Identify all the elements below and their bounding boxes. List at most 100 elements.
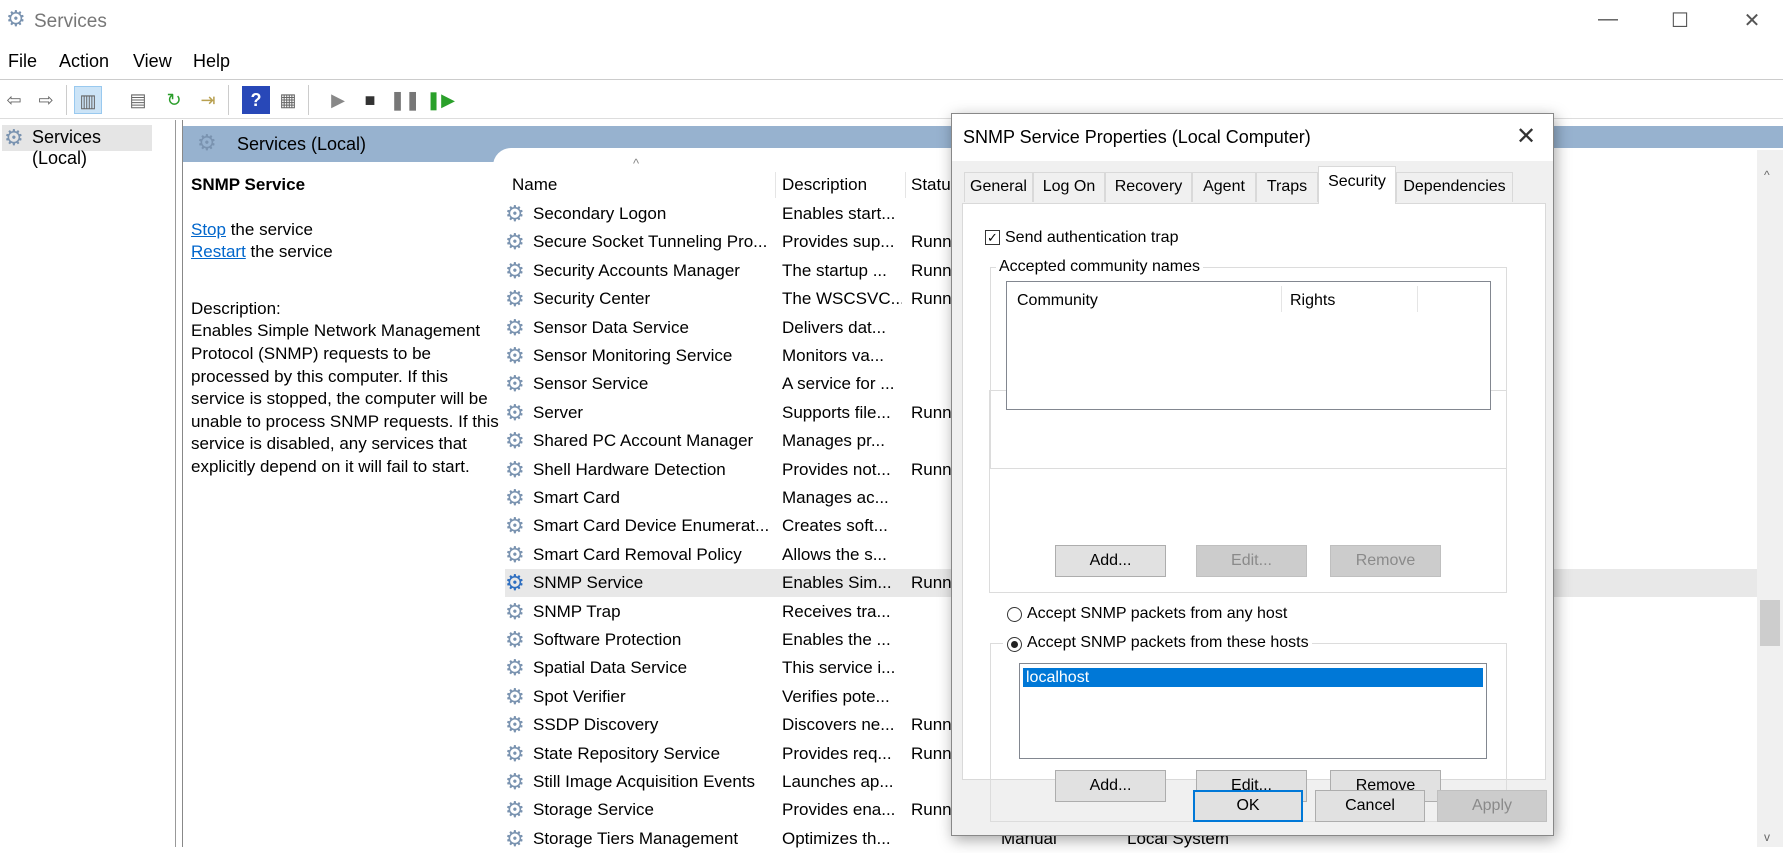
community-group-label: Accepted community names xyxy=(996,258,1203,276)
service-name: Sensor Monitoring Service xyxy=(533,346,733,365)
gear-icon: ⚙ xyxy=(197,130,217,155)
tab-recovery[interactable]: Recovery xyxy=(1105,172,1192,202)
dialog-title: SNMP Service Properties (Local Computer) xyxy=(963,127,1311,147)
window-title: Services xyxy=(34,11,107,32)
accept-any-host-label: Accept SNMP packets from any host xyxy=(1027,605,1288,622)
gear-icon: ⚙ xyxy=(505,399,525,425)
accept-any-host-radio[interactable] xyxy=(1007,607,1022,622)
forward-icon[interactable]: ⇨ xyxy=(32,86,60,114)
service-description: The WSCSVC... xyxy=(782,289,902,309)
services-gear-icon: ⚙ xyxy=(6,6,26,31)
show-action-pane-icon[interactable]: ▦ xyxy=(274,86,302,114)
host-item[interactable]: localhost xyxy=(1023,668,1483,687)
menu-help[interactable]: Help xyxy=(193,51,230,72)
tree-item-services-local[interactable]: ⚙ Services (Local) xyxy=(2,125,152,168)
cancel-button[interactable]: Cancel xyxy=(1315,790,1425,822)
service-description: Enables the ... xyxy=(782,630,891,649)
tab-log-on[interactable]: Log On xyxy=(1033,172,1105,202)
hosts-list[interactable]: localhost xyxy=(1019,663,1487,759)
service-name: Spot Verifier xyxy=(533,686,626,706)
community-remove-button[interactable]: Remove xyxy=(1330,545,1441,577)
send-auth-trap-checkbox[interactable]: ✓ xyxy=(985,230,1000,245)
scroll-down-icon[interactable]: v xyxy=(1764,830,1770,844)
gear-icon: ⚙ xyxy=(505,229,525,255)
gear-icon: ⚙ xyxy=(4,125,24,150)
column-community[interactable]: Community xyxy=(1017,292,1098,310)
service-description: Provides ena... xyxy=(782,800,896,820)
title-bar: ⚙ Services — ☐ ✕ xyxy=(0,0,1783,44)
gear-icon: ⚙ xyxy=(505,769,525,794)
maximize-button[interactable]: ☐ xyxy=(1660,8,1700,33)
community-add-button[interactable]: Add... xyxy=(1055,545,1166,577)
start-service-icon[interactable]: ▶ xyxy=(324,86,352,114)
export-list-icon[interactable]: ⇥ xyxy=(194,86,222,114)
service-description: A service for ... xyxy=(782,374,895,394)
column-header-name[interactable]: Name xyxy=(512,170,557,200)
back-icon[interactable]: ⇦ xyxy=(0,86,28,114)
tab-dependencies[interactable]: Dependencies xyxy=(1396,172,1513,202)
gear-icon: ⚙ xyxy=(505,797,525,823)
menu-view[interactable]: View xyxy=(133,51,172,72)
service-name: SSDP Discovery xyxy=(533,715,659,735)
service-name: Spatial Data Service xyxy=(533,658,688,678)
properties-icon[interactable]: ▤ xyxy=(124,86,152,114)
close-button[interactable]: ✕ xyxy=(1732,8,1772,33)
accept-these-hosts-label: Accept SNMP packets from these hosts xyxy=(1027,634,1309,651)
tab-agent[interactable]: Agent xyxy=(1192,172,1256,202)
resume-service-icon[interactable]: ❚▶ xyxy=(426,86,455,114)
service-name: Secure Socket Tunneling Pro... xyxy=(533,232,768,252)
gear-icon: ⚙ xyxy=(505,683,525,709)
gear-icon: ⚙ xyxy=(505,513,525,539)
vertical-scrollbar[interactable]: ^ v xyxy=(1757,150,1783,847)
stop-service-icon[interactable]: ■ xyxy=(356,86,384,114)
minimize-button[interactable]: — xyxy=(1588,8,1628,31)
apply-button[interactable]: Apply xyxy=(1437,790,1547,822)
sort-ascending-icon: ^ xyxy=(633,156,640,171)
tab-security[interactable]: Security xyxy=(1318,166,1396,204)
service-name: Shell Hardware Detection xyxy=(533,459,726,479)
service-description: Enables Sim... xyxy=(782,573,892,593)
community-edit-button[interactable]: Edit... xyxy=(1196,545,1307,577)
service-name: Smart Card Removal Policy xyxy=(533,544,742,564)
show-hide-console-tree-icon[interactable]: ▥ xyxy=(74,86,102,114)
accept-these-hosts-radio[interactable] xyxy=(1007,637,1022,652)
service-name: SNMP Service xyxy=(533,573,644,593)
pause-service-icon[interactable]: ❚❚ xyxy=(390,86,420,114)
menu-file[interactable]: File xyxy=(8,51,37,72)
refresh-icon[interactable]: ↻ xyxy=(160,86,188,114)
ok-button[interactable]: OK xyxy=(1193,790,1303,822)
service-name: Smart Card xyxy=(533,488,620,507)
description-text: Enables Simple Network Management Protoc… xyxy=(191,321,499,476)
gear-icon: ⚙ xyxy=(505,570,525,596)
service-name: Still Image Acquisition Events xyxy=(533,772,756,791)
stop-service-link[interactable]: Stop xyxy=(191,220,226,239)
tab-traps[interactable]: Traps xyxy=(1256,172,1318,202)
description-label: Description: xyxy=(191,298,281,318)
gear-icon: ⚙ xyxy=(505,371,525,397)
send-auth-trap-label: Send authentication trap xyxy=(1005,229,1179,246)
service-description: Allows the s... xyxy=(782,544,887,564)
service-description: Optimizes th... xyxy=(782,828,891,848)
tab-general[interactable]: General xyxy=(964,172,1033,202)
service-description: Delivers dat... xyxy=(782,317,886,337)
gear-icon: ⚙ xyxy=(505,712,525,738)
gear-icon: ⚙ xyxy=(505,428,525,454)
service-description: Creates soft... xyxy=(782,516,888,536)
help-icon[interactable]: ? xyxy=(242,86,270,114)
column-rights[interactable]: Rights xyxy=(1290,292,1335,310)
service-name: Sensor Service xyxy=(533,374,649,394)
menu-action[interactable]: Action xyxy=(59,51,109,72)
service-description: This service i... xyxy=(782,658,896,678)
dialog-close-button[interactable]: ✕ xyxy=(1508,122,1544,152)
service-description: Verifies pote... xyxy=(782,686,890,706)
properties-dialog: SNMP Service Properties (Local Computer)… xyxy=(951,113,1554,836)
scroll-up-icon[interactable]: ^ xyxy=(1764,168,1770,182)
community-list[interactable]: Community Rights xyxy=(1006,281,1491,410)
host-add-button[interactable]: Add... xyxy=(1055,770,1166,802)
restart-service-link[interactable]: Restart xyxy=(191,242,246,261)
column-header-description[interactable]: Description xyxy=(782,170,867,200)
service-description: The startup ... xyxy=(782,260,887,280)
console-tree: ⚙ Services (Local) xyxy=(0,120,176,847)
gear-icon: ⚙ xyxy=(505,456,525,482)
scrollbar-thumb[interactable] xyxy=(1760,600,1780,646)
